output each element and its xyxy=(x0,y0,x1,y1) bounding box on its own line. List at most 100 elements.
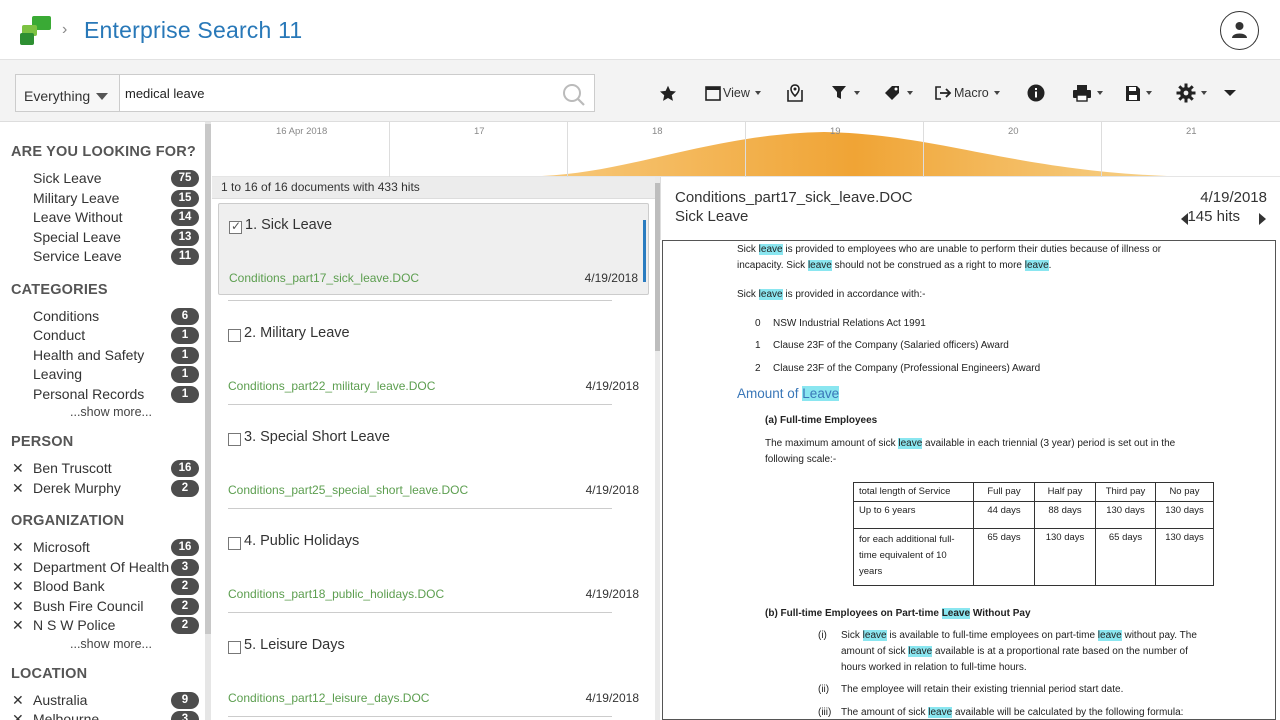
facet-item[interactable]: Leaving 1 xyxy=(33,366,201,384)
view-button[interactable]: View xyxy=(705,82,761,104)
save-button[interactable] xyxy=(1125,82,1152,104)
next-hit-icon[interactable] xyxy=(1259,213,1266,225)
facet-item[interactable]: ✕ Ben Truscott 16 xyxy=(12,460,201,478)
result-card[interactable]: 5. Leisure Days Conditions_part12_leisur… xyxy=(218,624,649,716)
facet-item[interactable]: ✕ Department Of Health 3 xyxy=(12,559,201,577)
app-title[interactable]: Enterprise Search 11 xyxy=(84,17,302,44)
timeline-density-curve xyxy=(542,132,1167,176)
result-filename[interactable]: Conditions_part22_military_leave.DOC xyxy=(228,379,435,393)
timeline-tick: 19 xyxy=(830,126,841,137)
remove-icon[interactable]: ✕ xyxy=(12,711,24,720)
remove-icon[interactable]: ✕ xyxy=(12,559,24,576)
macro-button[interactable]: Macro xyxy=(934,82,1000,104)
more-button[interactable] xyxy=(1224,82,1236,104)
facet-item[interactable]: Service Leave 11 xyxy=(33,248,201,266)
doc-paragraph: amount of sick leave available is at a p… xyxy=(841,646,1188,657)
count-badge: 14 xyxy=(171,209,199,226)
facet-item[interactable]: ✕ N S W Police 2 xyxy=(12,617,201,635)
result-checkbox[interactable] xyxy=(228,329,241,342)
facet-item[interactable]: ✕ Australia 9 xyxy=(12,692,201,710)
facet-item[interactable]: Military Leave 15 xyxy=(33,190,201,208)
count-badge: 13 xyxy=(171,229,199,246)
gear-icon xyxy=(1176,83,1196,103)
table-cell: 130 days xyxy=(1155,501,1214,529)
facet-item[interactable]: ✕ Microsoft 16 xyxy=(12,539,201,557)
result-title[interactable]: 1. Sick Leave xyxy=(245,217,332,233)
result-card[interactable]: 4. Public Holidays Conditions_part18_pub… xyxy=(218,520,649,612)
enterprise-logo-icon[interactable] xyxy=(20,16,52,46)
remove-icon[interactable]: ✕ xyxy=(12,692,24,709)
doc-list-item: Clause 23F of the Company (Salaried offi… xyxy=(773,340,1009,351)
facet-item[interactable]: Conduct 1 xyxy=(33,327,201,345)
results-scrollbar[interactable] xyxy=(655,177,660,720)
tag-icon xyxy=(885,86,899,100)
doc-list-number: 0 xyxy=(755,318,761,329)
count-badge: 2 xyxy=(171,617,199,634)
remove-icon[interactable]: ✕ xyxy=(12,480,24,497)
result-card[interactable]: 3. Special Short Leave Conditions_part25… xyxy=(218,416,649,508)
timeline[interactable]: 16 Apr 2018 17 18 19 20 21 xyxy=(212,122,1280,177)
scope-dropdown[interactable]: Everything xyxy=(15,74,120,112)
remove-icon[interactable]: ✕ xyxy=(12,598,24,615)
show-more-link[interactable]: ...show more... xyxy=(70,405,152,419)
macro-label: Macro xyxy=(954,86,989,100)
search-icon[interactable] xyxy=(562,83,586,107)
result-title[interactable]: 2. Military Leave xyxy=(244,325,350,341)
result-filename[interactable]: Conditions_part18_public_holidays.DOC xyxy=(228,587,444,601)
result-filename[interactable]: Conditions_part12_leisure_days.DOC xyxy=(228,691,429,705)
document-preview[interactable]: Sick leave is provided to employees who … xyxy=(662,240,1276,720)
result-filename[interactable]: Conditions_part17_sick_leave.DOC xyxy=(229,271,419,285)
settings-button[interactable] xyxy=(1176,82,1207,104)
remove-icon[interactable]: ✕ xyxy=(12,617,24,634)
info-button[interactable] xyxy=(1027,82,1045,104)
result-card[interactable]: 2. Military Leave Conditions_part22_mili… xyxy=(218,312,649,404)
user-icon xyxy=(1232,22,1247,38)
facet-item[interactable]: Sick Leave 75 xyxy=(33,170,201,188)
info-icon xyxy=(1027,84,1045,102)
map-button[interactable] xyxy=(786,82,804,104)
doc-paragraph: incapacity. Sick leave should not be con… xyxy=(737,260,1052,271)
facet-title-looking-for: ARE YOU LOOKING FOR? xyxy=(11,144,196,160)
facet-item[interactable]: Health and Safety 1 xyxy=(33,347,201,365)
facet-item[interactable]: Personal Records 1 xyxy=(33,386,201,404)
facet-item[interactable]: ✕ Melbourne 3 xyxy=(12,711,201,720)
doc-paragraph: The employee will retain their existing … xyxy=(841,684,1124,695)
result-filename[interactable]: Conditions_part25_special_short_leave.DO… xyxy=(228,483,468,497)
timeline-tick: 16 Apr 2018 xyxy=(276,126,328,137)
timeline-tick: 20 xyxy=(1008,126,1019,137)
show-more-link[interactable]: ...show more... xyxy=(70,637,152,651)
search-input[interactable] xyxy=(119,74,595,112)
sidebar-scrollbar[interactable] xyxy=(205,122,211,720)
remove-icon[interactable]: ✕ xyxy=(12,578,24,595)
result-checkbox[interactable]: ✓ xyxy=(229,219,242,234)
facet-item[interactable]: ✕ Blood Bank 2 xyxy=(12,578,201,596)
result-card[interactable]: ✓ 1. Sick Leave Conditions_part17_sick_l… xyxy=(218,203,649,295)
doc-list-item: NSW Industrial Relations Act 1991 xyxy=(773,318,926,329)
doc-paragraph: Sick leave is provided to employees who … xyxy=(737,244,1162,255)
result-checkbox[interactable] xyxy=(228,537,241,550)
result-checkbox[interactable] xyxy=(228,433,241,446)
timeline-tick: 18 xyxy=(652,126,663,137)
facet-item[interactable]: Conditions 6 xyxy=(33,308,201,326)
result-title[interactable]: 3. Special Short Leave xyxy=(244,429,390,445)
filter-button[interactable] xyxy=(831,82,860,104)
remove-icon[interactable]: ✕ xyxy=(12,539,24,556)
remove-icon[interactable]: ✕ xyxy=(12,460,24,477)
star-icon xyxy=(660,85,676,101)
facet-item[interactable]: Leave Without 14 xyxy=(33,209,201,227)
facet-item[interactable]: Special Leave 13 xyxy=(33,229,201,247)
doc-heading: Amount of Leave xyxy=(737,386,840,401)
count-badge: 2 xyxy=(171,598,199,615)
favorite-button[interactable] xyxy=(659,82,677,104)
result-title[interactable]: 5. Leisure Days xyxy=(244,637,345,653)
facet-item[interactable]: ✕ Bush Fire Council 2 xyxy=(12,598,201,616)
facet-item[interactable]: ✕ Derek Murphy 2 xyxy=(12,480,201,498)
user-button[interactable] xyxy=(1220,11,1259,50)
tag-button[interactable] xyxy=(883,82,913,104)
result-checkbox[interactable] xyxy=(228,641,241,654)
result-title[interactable]: 4. Public Holidays xyxy=(244,533,359,549)
print-button[interactable] xyxy=(1072,82,1103,104)
table-cell: for each additional full-time equivalent… xyxy=(853,528,974,586)
view-icon xyxy=(705,85,721,101)
preview-title: Sick Leave xyxy=(675,208,749,225)
